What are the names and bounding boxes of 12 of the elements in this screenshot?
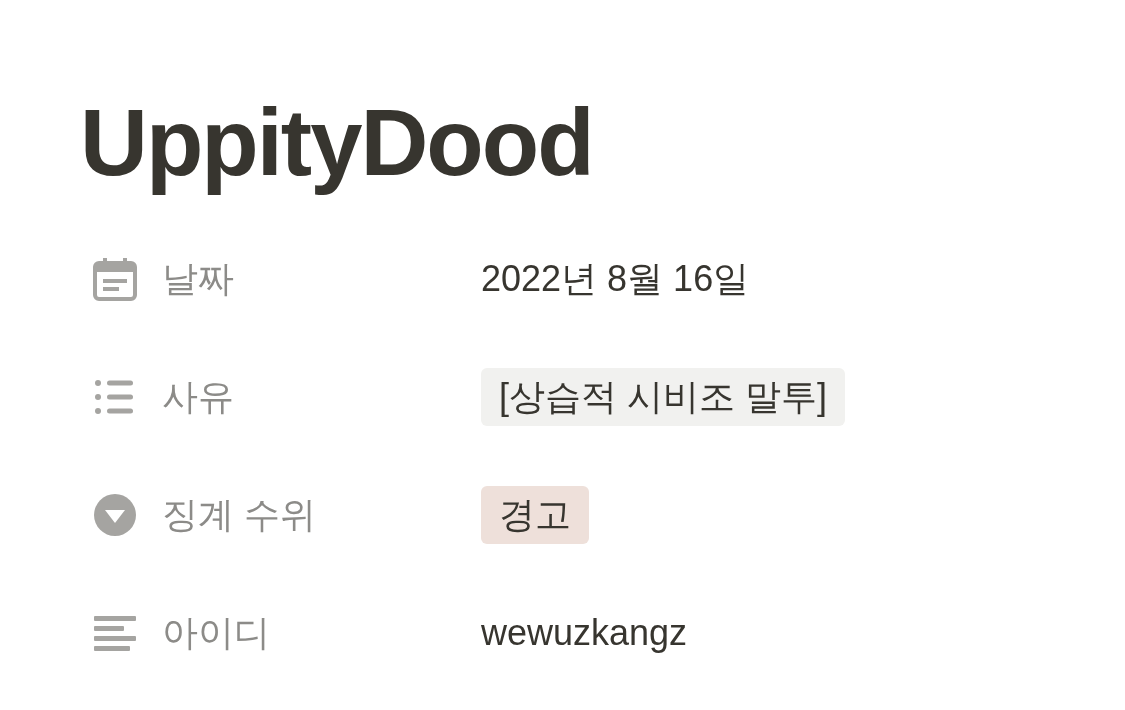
- page-title: UppityDood: [80, 89, 594, 197]
- calendar-icon: [91, 255, 139, 303]
- text-lines-icon: [92, 613, 138, 653]
- property-value: 2022년 8월 16일: [481, 257, 750, 301]
- dropdown-circle-icon: [93, 493, 137, 537]
- property-label: 징계 수위: [162, 493, 317, 537]
- property-label: 아이디: [162, 611, 271, 655]
- property-label: 날짜: [162, 257, 235, 301]
- property-value: wewuzkangz: [481, 611, 688, 655]
- tag: 경고: [481, 486, 589, 544]
- property-label: 사유: [162, 375, 235, 419]
- tag: [상습적 시비조 말투]: [481, 368, 845, 426]
